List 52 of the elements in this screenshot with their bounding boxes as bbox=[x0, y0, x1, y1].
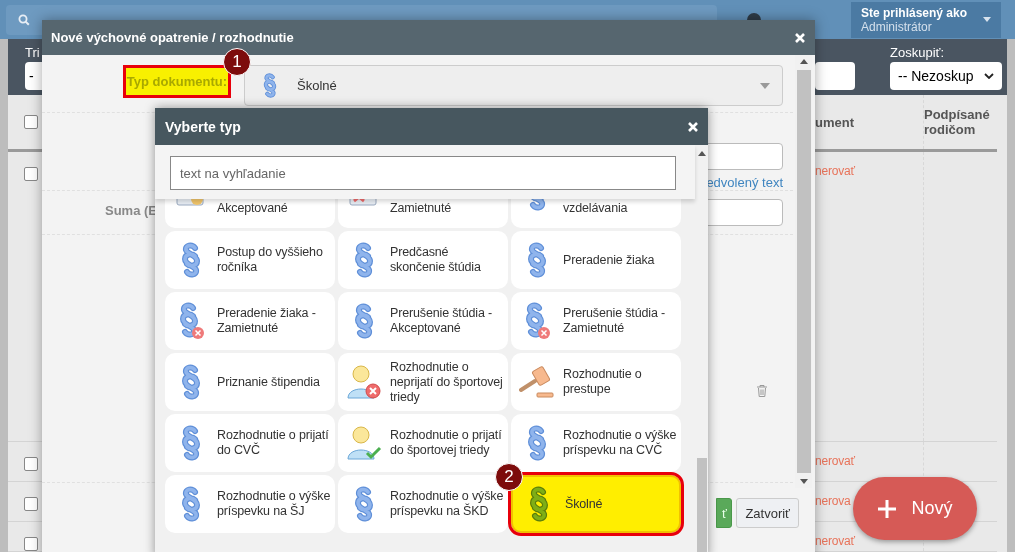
person-rejected-icon bbox=[346, 364, 382, 400]
search-icon[interactable] bbox=[18, 13, 30, 26]
column-header: ument bbox=[815, 114, 854, 130]
filter-field[interactable] bbox=[815, 62, 855, 90]
search-field[interactable]: text na vyhľadanie bbox=[170, 156, 676, 190]
person-approved-icon bbox=[346, 425, 382, 461]
plus-icon bbox=[877, 498, 898, 519]
document-type-tile[interactable]: Priznanie štipendia bbox=[165, 353, 335, 411]
caret-icon bbox=[983, 17, 991, 23]
checkbox[interactable] bbox=[23, 497, 38, 511]
document-type-tile[interactable]: vzdelávania bbox=[511, 199, 681, 228]
paragraph-icon bbox=[261, 73, 279, 98]
column-header: Podpísané rodičom bbox=[924, 107, 991, 137]
close-icon[interactable] bbox=[795, 32, 805, 43]
sort-select[interactable]: - bbox=[25, 62, 42, 90]
scroll-down-icon[interactable] bbox=[799, 479, 808, 484]
checkbox[interactable] bbox=[23, 115, 38, 129]
document-type-tile[interactable]: Preradenie žiaka bbox=[511, 231, 681, 289]
trash-icon[interactable] bbox=[757, 385, 767, 397]
scroll-up-icon[interactable] bbox=[697, 151, 706, 156]
default-text-link[interactable]: edvolený text bbox=[706, 175, 783, 190]
field-label: Typ dokumentu: bbox=[122, 65, 231, 98]
chevron-icon bbox=[984, 73, 994, 79]
scroll-up-icon[interactable] bbox=[799, 59, 808, 64]
document-type-tile[interactable]: Rozhodnutie o neprijatí do športovej triedy bbox=[338, 353, 508, 411]
group-label: Zoskupiť: bbox=[890, 45, 945, 60]
document-type-tile[interactable]: Predčasné skončenie štúdia bbox=[338, 231, 508, 289]
scroll-thumb[interactable] bbox=[696, 458, 707, 552]
checkbox[interactable] bbox=[23, 167, 38, 181]
close-button[interactable]: Zatvoriť bbox=[736, 498, 799, 528]
filter-label: Tri bbox=[25, 45, 41, 60]
caret-icon bbox=[760, 82, 770, 89]
document-type-tile[interactable]: Akceptované bbox=[165, 199, 335, 228]
document-type-tile[interactable]: Zamietnuté bbox=[338, 199, 508, 228]
document-type-tile[interactable]: Rozhodnutie o prestupe bbox=[511, 353, 681, 411]
document-type-tile[interactable]: Rozhodnutie o prijatí do CVČ bbox=[165, 414, 335, 472]
checkbox[interactable] bbox=[23, 537, 38, 551]
user-menu[interactable]: Ste prihlásený ako Administrátor bbox=[851, 1, 1001, 38]
document-type-tile[interactable]: Prerušenie štúdia - Akceptované bbox=[338, 292, 508, 350]
document-type-tile[interactable]: Rozhodnutie o výške príspevku na ŠJ bbox=[165, 475, 335, 533]
checkbox[interactable] bbox=[23, 457, 38, 471]
group-select[interactable]: -- Nezoskup bbox=[890, 62, 1002, 90]
document-type-tile[interactable]: Preradenie žiaka - Zamietnuté bbox=[165, 292, 335, 350]
document-type-tile[interactable]: Postup do vyššieho ročníka bbox=[165, 231, 335, 289]
dialog-title: Nové výchovné opatrenie / rozhodnutie bbox=[51, 30, 294, 45]
document-type-tile[interactable]: Prerušenie štúdia - Zamietnuté bbox=[511, 292, 681, 350]
picker-title: Vyberte typ bbox=[165, 118, 241, 135]
type-select[interactable]: Školné bbox=[244, 65, 783, 106]
close-icon[interactable] bbox=[688, 121, 698, 132]
scrollbar[interactable] bbox=[695, 145, 708, 552]
scroll-thumb[interactable] bbox=[796, 70, 811, 473]
gavel-icon bbox=[519, 364, 555, 400]
